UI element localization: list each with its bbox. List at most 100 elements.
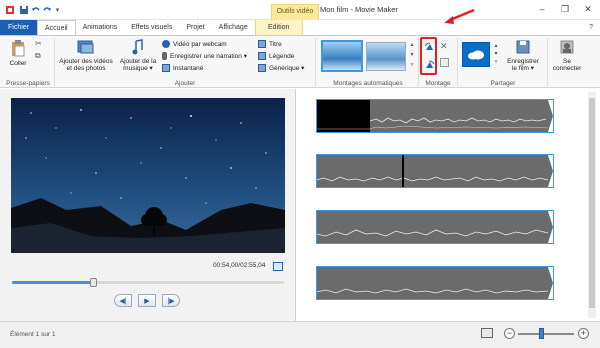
add-music-label-1: Ajouter de la [119, 57, 157, 65]
webcam-label: Vidéo par webcam [173, 40, 227, 48]
clipboard-group-label: Presse-papiers [6, 80, 50, 87]
play-button[interactable]: ▶ [138, 294, 156, 307]
tab-animations[interactable]: Animations [76, 20, 125, 35]
separator [547, 38, 548, 86]
storyboard-clip[interactable] [315, 210, 554, 244]
add-music-button[interactable]: Ajouter de la musique ▾ [116, 39, 160, 73]
next-frame-button[interactable]: |▶ [162, 294, 180, 307]
minimize-button[interactable]: – [532, 2, 552, 16]
starry-night-video-frame [11, 98, 285, 253]
tab-view[interactable]: Affichage [212, 20, 255, 35]
separator [457, 38, 458, 86]
theme-gallery-scroll[interactable]: ▴ ▾ ▿ [408, 40, 416, 72]
save-movie-label-2: le film ▾ [511, 65, 535, 72]
help-icon[interactable]: ? [582, 20, 600, 35]
maximize-button[interactable]: ❐ [555, 2, 575, 16]
close-button[interactable]: ✕ [578, 2, 598, 16]
remove-icon[interactable]: ✕ [440, 41, 448, 52]
sign-in-button[interactable]: Se connecter [550, 39, 584, 73]
snapshot-button[interactable]: Instantané [162, 64, 203, 72]
record-narration-button[interactable]: Enregistrer une narration ▾ [162, 52, 247, 60]
title-label: Titre [269, 40, 282, 48]
previous-frame-button[interactable]: ◀| [114, 294, 132, 307]
storyboard-view-icon[interactable] [481, 328, 493, 338]
snapshot-label: Instantané [173, 64, 204, 72]
red-arrow-annotation [444, 8, 475, 24]
separator [54, 38, 55, 86]
tab-home[interactable]: Accueil [37, 20, 76, 35]
add-videos-label-1: Ajouter des vidéos [59, 57, 113, 65]
caption-button[interactable]: Légende [258, 52, 294, 60]
rotate-buttons-highlight [420, 37, 437, 75]
microphone-icon [162, 52, 167, 60]
separator [418, 38, 419, 86]
zoom-out-button[interactable]: − [504, 328, 515, 339]
play-icon: ▶ [144, 297, 150, 305]
app-icon [4, 4, 15, 15]
add-videos-label-2: et des photos [66, 65, 106, 72]
user-account-icon [560, 40, 574, 54]
automovie-theme-1[interactable] [321, 40, 363, 72]
save-movie-button[interactable]: Enregistrer le film ▾ [503, 39, 543, 73]
title-icon [258, 40, 266, 48]
storyboard-clip[interactable] [315, 266, 554, 300]
previous-frame-icon: ◀| [119, 297, 127, 305]
share-group-label: Partager [490, 80, 516, 87]
tab-edit[interactable]: Edition [254, 20, 303, 35]
onedrive-share-button[interactable] [462, 42, 490, 67]
share-gallery-scroll[interactable]: ▴ ▾ ▿ [492, 42, 500, 67]
paste-label: Coller [9, 59, 27, 67]
undo-icon[interactable] [30, 4, 41, 15]
zoom-slider[interactable] [518, 333, 574, 335]
zoom-in-button[interactable]: + [578, 328, 589, 339]
sign-in-label-2: connecter [552, 65, 582, 72]
ribbon: Coller ✂ ⧉ Presse-papiers Ajouter des vi… [0, 35, 600, 88]
clip-selection-frame [316, 210, 554, 244]
copy-icon[interactable]: ⧉ [35, 51, 41, 61]
qat-dropdown-icon[interactable]: ▾ [52, 4, 63, 15]
save-movie-icon [516, 40, 530, 54]
webcam-video-button[interactable]: Vidéo par webcam [162, 40, 227, 48]
paste-button[interactable]: Coller [6, 39, 30, 67]
tab-file[interactable]: Fichier [0, 20, 38, 35]
webcam-icon [162, 40, 170, 48]
redo-icon[interactable] [41, 4, 52, 15]
cloud-icon [468, 50, 484, 59]
save-icon[interactable] [18, 4, 29, 15]
title-bar: ▾ Outils vidéo Mon film - Movie Maker – … [0, 0, 600, 20]
clip-selection-frame [316, 99, 554, 133]
automovie-group-label: Montages automatiques [333, 80, 403, 87]
add-videos-photos-button[interactable]: Ajouter des vidéos et des photos [58, 39, 114, 73]
tab-visual-effects[interactable]: Effets visuels [124, 20, 179, 35]
window-title: Mon film - Movie Maker [320, 5, 398, 14]
seek-thumb[interactable] [89, 278, 97, 287]
zoom-slider-thumb[interactable] [539, 328, 544, 339]
snapshot-icon [162, 64, 170, 72]
fullscreen-icon[interactable] [273, 262, 283, 271]
video-preview[interactable] [11, 98, 285, 253]
seek-bar-fill [12, 281, 94, 284]
video-tools-context-label: Outils vidéo [271, 4, 319, 20]
music-note-icon [132, 39, 143, 55]
cut-icon[interactable]: ✂ [35, 39, 42, 48]
storyboard-clip[interactable] [315, 154, 554, 188]
credits-button[interactable]: Générique ▾ [258, 64, 304, 72]
caption-icon [258, 52, 266, 60]
title-button[interactable]: Titre [258, 40, 282, 48]
add-videos-photos-icon [77, 40, 94, 54]
storyboard-clip[interactable] [316, 99, 554, 133]
save-movie-label-1: Enregistrer [507, 57, 539, 65]
select-all-icon[interactable] [440, 58, 449, 67]
scrollbar-thumb[interactable] [589, 98, 595, 308]
next-frame-icon: |▶ [167, 297, 175, 305]
timecode: 00:54,00/02:55,04 [213, 262, 266, 269]
automovie-theme-2[interactable] [366, 42, 406, 71]
credits-label: Générique ▾ [269, 65, 305, 72]
credits-icon [258, 64, 266, 72]
tab-project[interactable]: Projet [179, 20, 211, 35]
clip-selection-frame [316, 266, 554, 300]
editing-group-label: Montage [425, 80, 451, 87]
paste-icon [12, 40, 25, 57]
add-music-label-2: musique ▾ [123, 65, 153, 72]
add-group-label: Ajouter [174, 80, 196, 87]
